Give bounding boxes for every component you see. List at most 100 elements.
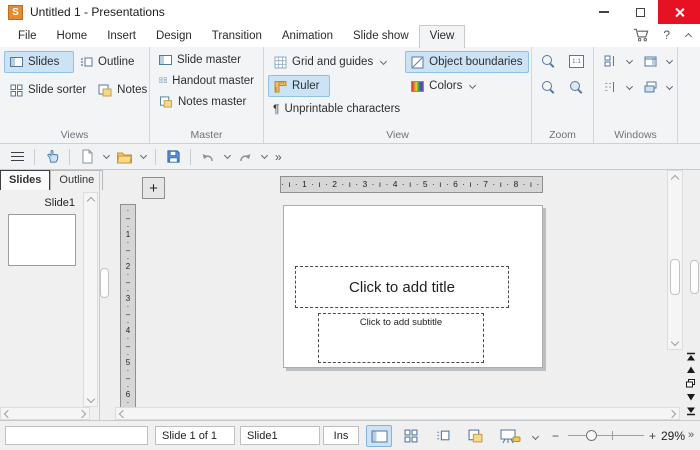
menu-file[interactable]: File — [8, 26, 47, 47]
crosshair-icon: + — [149, 179, 158, 197]
slides-view-button[interactable]: Slides — [4, 51, 74, 73]
navigate-slides-button[interactable] — [683, 377, 698, 391]
unprintable-characters-button[interactable]: ¶ Unprintable characters — [268, 100, 405, 117]
open-file-dropdown-icon[interactable] — [139, 151, 148, 160]
tab-stop-selector[interactable]: + — [142, 177, 165, 199]
slide-sorter-view-button[interactable] — [398, 425, 424, 447]
tab-outline[interactable]: Outline — [50, 170, 104, 190]
menu-animation[interactable]: Animation — [272, 26, 343, 47]
zoom-original-button[interactable]: 1:1 — [565, 51, 589, 71]
last-slide-button[interactable] — [683, 404, 698, 418]
notes-view-button[interactable]: Notes — [92, 79, 153, 101]
slideshow-button[interactable] — [496, 425, 524, 447]
redo-dropdown-icon[interactable] — [260, 151, 269, 160]
statusbar-overflow-button[interactable]: » — [688, 429, 694, 441]
title-placeholder[interactable]: Click to add title — [295, 266, 509, 308]
cascade-windows-dropdown-icon[interactable] — [666, 82, 674, 90]
notes-view-button-status[interactable] — [462, 425, 488, 447]
slide-count-box[interactable]: Slide 1 of 1 — [155, 426, 235, 445]
menu-view[interactable]: View — [418, 25, 466, 48]
cascade-windows-button[interactable] — [639, 77, 663, 97]
close-button[interactable] — [658, 0, 700, 24]
window-list-dropdown-icon[interactable] — [625, 82, 633, 90]
panel-scroll-down-icon[interactable] — [84, 392, 98, 405]
panel-horizontal-scrollbar[interactable] — [0, 407, 90, 420]
menu-transition[interactable]: Transition — [202, 26, 272, 47]
menu-design[interactable]: Design — [146, 26, 202, 47]
open-file-button[interactable] — [115, 147, 133, 167]
cart-icon[interactable] — [633, 28, 650, 42]
minimize-button[interactable] — [586, 0, 622, 24]
grid-and-guides-button[interactable]: Grid and guides — [268, 51, 405, 73]
zoom-page-button[interactable] — [565, 77, 589, 97]
ruler-toggle-button[interactable]: Ruler — [268, 75, 330, 97]
undo-button[interactable] — [199, 147, 217, 167]
scroll-right-icon[interactable] — [665, 407, 679, 420]
first-slide-button[interactable] — [683, 350, 698, 364]
slide-master-button[interactable]: Slide master — [154, 51, 259, 68]
close-icon — [674, 7, 685, 18]
panel-scroll-left-icon[interactable] — [1, 407, 15, 420]
ribbon-group-master: Slide master Handout master Notes master — [150, 47, 264, 143]
save-button[interactable] — [164, 147, 182, 167]
subtitle-placeholder[interactable]: Click to add subtitle — [318, 313, 484, 363]
redo-button[interactable] — [236, 147, 254, 167]
main-horizontal-scrollbar[interactable] — [115, 407, 680, 420]
handout-master-button[interactable]: Handout master — [154, 72, 259, 89]
zoom-slider-thumb[interactable] — [586, 430, 597, 441]
scroll-down-icon[interactable] — [668, 335, 682, 348]
window-list-button[interactable] — [598, 77, 622, 97]
slide-sorter-button[interactable]: Slide sorter — [4, 79, 92, 101]
slide-name-box[interactable]: Slide1 — [240, 426, 320, 445]
colors-button[interactable]: Colors — [405, 75, 528, 97]
views-group-label: Views — [60, 129, 89, 141]
touch-mode-button[interactable] — [43, 147, 61, 167]
notes-master-button[interactable]: Notes master — [154, 93, 259, 110]
maximize-icon — [635, 7, 645, 17]
help-icon[interactable]: ? — [663, 28, 670, 42]
maximize-button[interactable] — [622, 0, 658, 24]
zoom-percentage[interactable]: 29% — [661, 429, 685, 443]
object-boundaries-button[interactable]: Object boundaries — [405, 51, 529, 73]
zoom-group-label: Zoom — [549, 129, 576, 141]
previous-slide-button[interactable] — [683, 364, 698, 378]
scroll-left-icon[interactable] — [116, 407, 130, 420]
slide-canvas[interactable]: Click to add title Click to add subtitle — [283, 205, 543, 368]
zoom-out-button[interactable] — [537, 77, 561, 97]
split-window-dropdown-icon[interactable] — [625, 56, 633, 64]
normal-view-button[interactable] — [366, 425, 392, 447]
scroll-up-icon[interactable] — [668, 172, 682, 185]
tab-slides[interactable]: Slides — [0, 170, 51, 190]
panel-scroll-up-icon[interactable] — [84, 194, 98, 207]
collapse-ribbon-icon[interactable] — [684, 32, 693, 40]
sidebar-splitter-handle[interactable] — [690, 260, 699, 294]
zoom-in-control[interactable]: + — [649, 429, 656, 443]
panel-scroll-right-icon[interactable] — [75, 407, 89, 420]
main-menu-button[interactable] — [8, 147, 26, 167]
outline-view-button[interactable]: Outline — [74, 51, 140, 73]
toolbar-overflow-button[interactable]: » — [275, 150, 282, 164]
menu-insert[interactable]: Insert — [97, 26, 146, 47]
zoom-out-control[interactable]: − — [552, 429, 559, 443]
undo-dropdown-icon[interactable] — [223, 151, 232, 160]
outline-view-button-status[interactable] — [430, 425, 456, 447]
menu-slide-show[interactable]: Slide show — [343, 26, 419, 47]
panel-splitter-handle[interactable] — [100, 268, 109, 298]
minimize-icon — [599, 11, 609, 13]
insert-mode-box[interactable]: Ins — [323, 426, 359, 445]
slideshow-dropdown-icon[interactable] — [531, 432, 540, 441]
menu-home[interactable]: Home — [47, 26, 98, 47]
vertical-scrollbar-thumb[interactable] — [670, 259, 680, 295]
next-slide-button[interactable] — [683, 391, 698, 405]
zoom-selection-button[interactable] — [537, 51, 561, 71]
window-list-icon — [604, 82, 614, 92]
split-window-button[interactable] — [598, 51, 622, 71]
new-document-dropdown-icon[interactable] — [102, 151, 111, 160]
main-vertical-scrollbar[interactable] — [667, 170, 683, 350]
panel-vertical-scrollbar[interactable] — [83, 192, 98, 407]
new-window-button[interactable] — [639, 51, 663, 71]
zoom-slider-track[interactable] — [568, 435, 644, 436]
new-document-button[interactable] — [78, 147, 96, 167]
new-window-dropdown-icon[interactable] — [666, 56, 674, 64]
slide-thumbnail[interactable] — [8, 214, 76, 266]
